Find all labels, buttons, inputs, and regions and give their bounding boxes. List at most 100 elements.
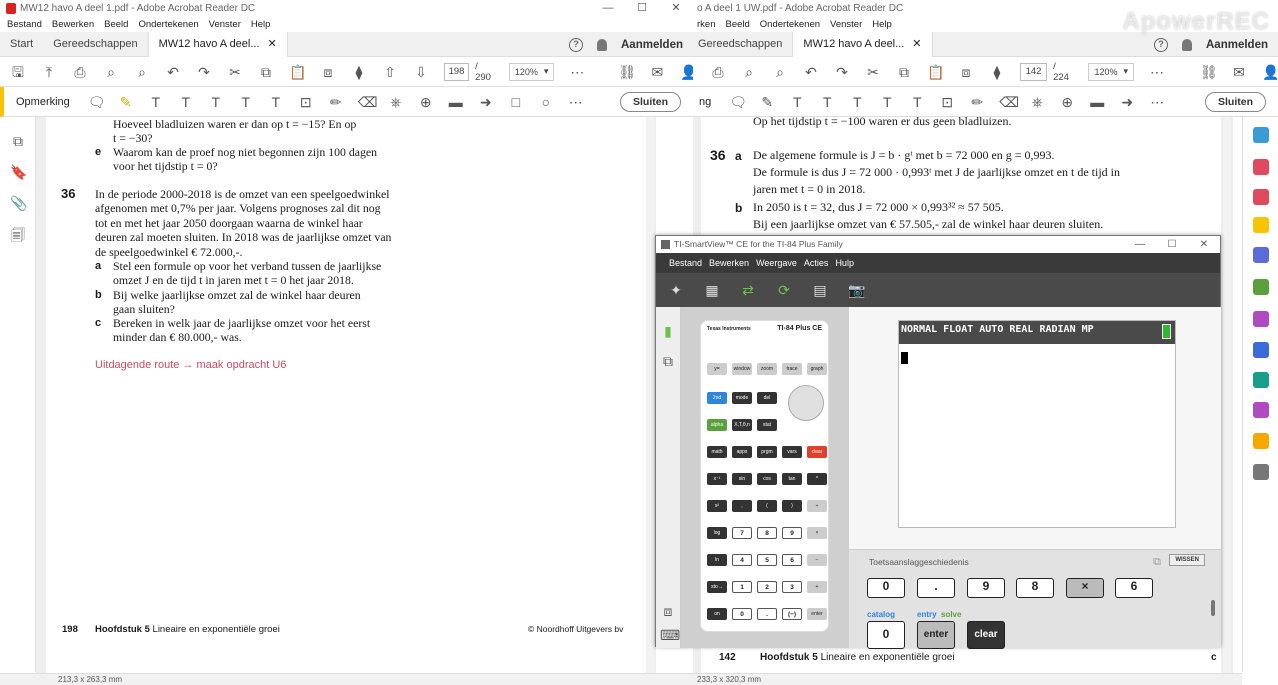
- data-editor-icon[interactable]: ⧉: [660, 353, 676, 369]
- search-icon[interactable]: ⌕: [741, 64, 757, 80]
- underline-text-icon[interactable]: T: [148, 94, 164, 110]
- key-plus[interactable]: +: [807, 581, 827, 593]
- line-icon[interactable]: ▬: [448, 94, 464, 110]
- vertical-scrollbar[interactable]: [646, 117, 654, 673]
- key-1[interactable]: 1: [732, 581, 752, 593]
- strikethrough-icon[interactable]: T: [819, 94, 835, 110]
- key-2nd[interactable]: 2nd: [707, 392, 727, 404]
- oval-icon[interactable]: ○: [538, 94, 554, 110]
- user-add-icon[interactable]: 👤: [680, 64, 693, 80]
- history-key-0-second[interactable]: 0: [867, 621, 905, 649]
- user-add-icon[interactable]: 👤: [1262, 64, 1278, 80]
- attach-icon[interactable]: ⊕: [1059, 94, 1075, 110]
- tab-document[interactable]: MW12 havo A deel... ✕: [147, 31, 288, 57]
- send-to-calculator-icon[interactable]: ⇄: [740, 282, 756, 298]
- copy-icon[interactable]: ⧉: [258, 64, 274, 80]
- page-number-input[interactable]: 198: [444, 62, 470, 81]
- snapshot-icon[interactable]: ⧈: [320, 64, 336, 80]
- ti-menu-weergave[interactable]: Weergave: [756, 258, 797, 268]
- key-clear[interactable]: clear: [807, 446, 827, 458]
- tab-tools[interactable]: Gereedschappen: [693, 32, 792, 57]
- bookmark-icon[interactable]: 🔖: [10, 164, 27, 180]
- line-icon[interactable]: ▬: [1089, 94, 1105, 110]
- emulator-icon[interactable]: ▮: [660, 323, 676, 339]
- key-cos[interactable]: cos: [757, 473, 777, 485]
- menu-help[interactable]: Help: [251, 19, 271, 30]
- link-icon[interactable]: ⛓: [1200, 64, 1218, 80]
- key-divide[interactable]: ÷: [807, 500, 827, 512]
- prev-page-icon[interactable]: ⇧: [382, 64, 398, 80]
- key-math[interactable]: math: [707, 446, 727, 458]
- pencil-icon[interactable]: ✏: [969, 94, 985, 110]
- calculator-select-icon[interactable]: ▦: [704, 282, 720, 298]
- underline-text-icon[interactable]: T: [789, 94, 805, 110]
- copy-icon[interactable]: ⧉: [896, 64, 912, 80]
- key-9[interactable]: 9: [782, 527, 802, 539]
- protect-icon[interactable]: [1253, 342, 1269, 358]
- arrow-icon[interactable]: ➜: [1119, 94, 1135, 110]
- key-comma[interactable]: ,: [732, 500, 752, 512]
- mail-icon[interactable]: ✉: [1231, 64, 1247, 80]
- arrow-icon[interactable]: ➜: [478, 94, 494, 110]
- save-icon[interactable]: 🖫: [10, 64, 26, 80]
- key-trace[interactable]: trace: [782, 363, 802, 375]
- zoom-select[interactable]: 120% ▾: [1088, 62, 1134, 81]
- text-box-icon[interactable]: ⊡: [939, 94, 955, 110]
- eraser-icon[interactable]: ⌫: [358, 94, 378, 110]
- tab-start[interactable]: Start: [0, 32, 43, 57]
- history-key-clear[interactable]: clear: [967, 621, 1005, 649]
- menu-venster[interactable]: Venster: [209, 19, 241, 30]
- insert-text-icon[interactable]: T: [879, 94, 895, 110]
- upload-icon[interactable]: ⤒: [41, 64, 57, 80]
- ti-menu-bestand[interactable]: Bestand: [669, 258, 702, 268]
- key-y-equals[interactable]: y=: [707, 363, 727, 375]
- more-tools-icon[interactable]: [1253, 464, 1269, 480]
- eraser-icon[interactable]: ⌫: [999, 94, 1019, 110]
- tab-document[interactable]: MW12 havo A deel... ✕: [792, 31, 933, 57]
- stamp-icon[interactable]: ⎈: [1029, 94, 1045, 110]
- key-stat[interactable]: stat: [757, 419, 777, 431]
- stamp-icon[interactable]: ⎈: [388, 94, 404, 110]
- paste-icon[interactable]: 📋: [289, 64, 306, 80]
- edit-pdf-icon[interactable]: [1253, 189, 1269, 205]
- combine-files-icon[interactable]: [1253, 247, 1269, 263]
- close-window-button[interactable]: ✕: [659, 0, 693, 17]
- layers-icon[interactable]: 🗐: [10, 227, 26, 243]
- redo-icon[interactable]: ↷: [834, 64, 850, 80]
- key-8[interactable]: 8: [757, 527, 777, 539]
- menu-help[interactable]: Help: [872, 19, 892, 30]
- close-comment-button[interactable]: Sluiten: [619, 92, 681, 112]
- close-tab-icon[interactable]: ✕: [912, 32, 921, 57]
- key-ln[interactable]: ln: [707, 554, 727, 566]
- key-7[interactable]: 7: [732, 527, 752, 539]
- keypress-icon[interactable]: ⌨: [660, 627, 680, 643]
- find-icon[interactable]: ⌕: [134, 64, 150, 80]
- menu-ondertekenen[interactable]: Ondertekenen: [760, 19, 820, 30]
- strikethrough-icon[interactable]: T: [178, 94, 194, 110]
- key-square[interactable]: x²: [707, 500, 727, 512]
- key-window[interactable]: window: [732, 363, 752, 375]
- page-number-input[interactable]: 142: [1020, 62, 1048, 81]
- ti-menu-hulp[interactable]: Hulp: [835, 258, 854, 268]
- search-icon[interactable]: ⌕: [103, 64, 119, 80]
- key-0[interactable]: 0: [732, 608, 752, 620]
- comment-icon[interactable]: 🗨: [729, 94, 747, 110]
- key-store[interactable]: sto→: [707, 581, 727, 593]
- cut-icon[interactable]: ✂: [227, 64, 243, 80]
- pages-icon[interactable]: ⧫: [351, 64, 367, 80]
- menu-beeld[interactable]: Beeld: [104, 19, 128, 30]
- key-inverse[interactable]: x⁻¹: [707, 473, 727, 485]
- comment-icon[interactable]: 🗨: [88, 94, 106, 110]
- menu-bewerken[interactable]: Bewerken: [52, 19, 94, 30]
- calculator-lcd[interactable]: NORMAL FLOAT AUTO REAL RADIAN MP: [898, 320, 1176, 528]
- organize-pages-icon[interactable]: [1253, 279, 1269, 295]
- key-log[interactable]: log: [707, 527, 727, 539]
- cut-icon[interactable]: ✂: [865, 64, 881, 80]
- screen-capture-icon[interactable]: ⧈: [660, 603, 676, 619]
- pages-icon[interactable]: ⧫: [989, 64, 1005, 80]
- key-5[interactable]: 5: [757, 554, 777, 566]
- menu-beeld[interactable]: Beeld: [725, 19, 749, 30]
- key-sin[interactable]: sin: [732, 473, 752, 485]
- fill-sign-icon[interactable]: [1253, 311, 1269, 327]
- history-key-8[interactable]: 8: [1016, 578, 1054, 598]
